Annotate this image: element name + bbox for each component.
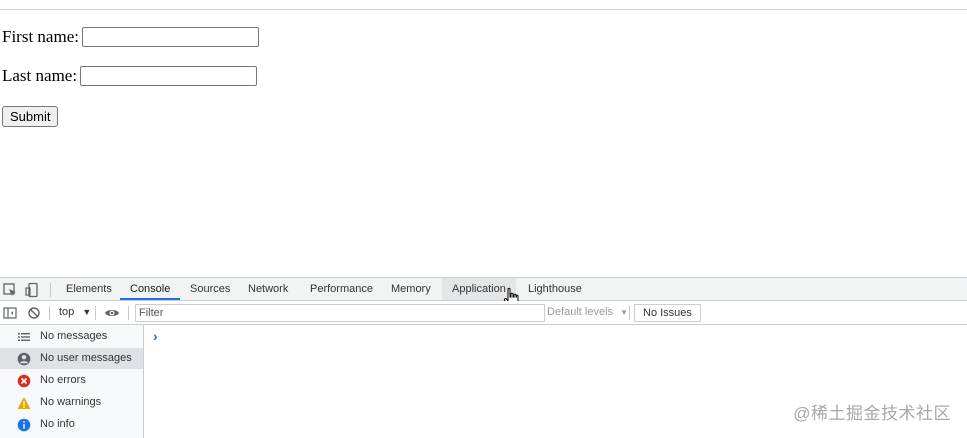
log-levels-dropdown[interactable]: Default levels ▼ [547,306,628,318]
tabbar-divider [50,283,51,297]
sidebar-item-label: No user messages [40,352,132,364]
error-icon [17,374,31,388]
console-sidebar: No messages No user messages No errors N… [0,325,144,438]
filter-input[interactable] [135,304,545,322]
chevron-down-icon: ▼ [620,308,629,317]
sidebar-item-errors[interactable]: No errors [0,370,143,391]
sidebar-item-label: No messages [40,330,108,342]
device-toolbar-icon[interactable] [24,282,40,298]
sidebar-toggle-icon[interactable] [2,305,18,321]
toolbar-divider [629,306,630,320]
sidebar-item-label: No info [40,418,75,430]
watermark-text: @稀土掘金技术社区 [793,404,951,423]
sidebar-item-messages[interactable]: No messages [0,326,143,347]
sidebar-item-warnings[interactable]: No warnings [0,392,143,413]
tab-memory[interactable]: Memory [381,278,441,300]
issues-button[interactable]: No Issues [634,304,701,322]
first-name-row: First name: [2,27,259,47]
toolbar-divider [49,306,50,320]
sidebar-item-user-messages[interactable]: No user messages [0,348,143,369]
tab-console[interactable]: Console [120,278,181,300]
toolbar-divider [95,306,96,320]
tab-elements[interactable]: Elements [56,278,122,300]
console-toolbar: top ▼ Default levels ▼ No Issues [0,301,967,325]
chevron-down-icon: ▼ [82,307,92,317]
context-selector[interactable]: top ▼ [59,306,91,318]
user-icon [17,352,31,366]
warning-icon [17,397,31,409]
sidebar-item-info[interactable]: No info [0,414,143,435]
tab-lighthouse[interactable]: Lighthouse [518,278,592,300]
tab-sources[interactable]: Sources [180,278,240,300]
inspect-element-icon[interactable] [2,282,18,298]
last-name-row: Last name: [2,66,258,86]
tab-network[interactable]: Network [238,278,298,300]
first-name-label: First name: [2,27,79,46]
last-name-input[interactable] [80,66,258,86]
submit-button[interactable]: Submit [2,106,59,127]
sidebar-item-label: No warnings [40,396,102,408]
eye-icon[interactable] [104,305,120,321]
page-top-border [0,9,967,10]
clear-console-icon[interactable] [26,305,42,321]
first-name-input[interactable] [81,27,259,47]
list-icon [18,333,30,341]
devtools-tab-bar: Elements Console Sources Network Perform… [0,277,967,308]
sidebar-item-label: No errors [40,374,86,386]
log-levels-label: Default levels [547,306,614,318]
toolbar-divider [128,306,129,320]
console-prompt-icon[interactable]: › [153,328,158,344]
last-name-label: Last name: [2,66,78,85]
context-label: top [59,306,75,318]
info-icon [17,418,31,432]
tab-performance[interactable]: Performance [300,278,383,300]
